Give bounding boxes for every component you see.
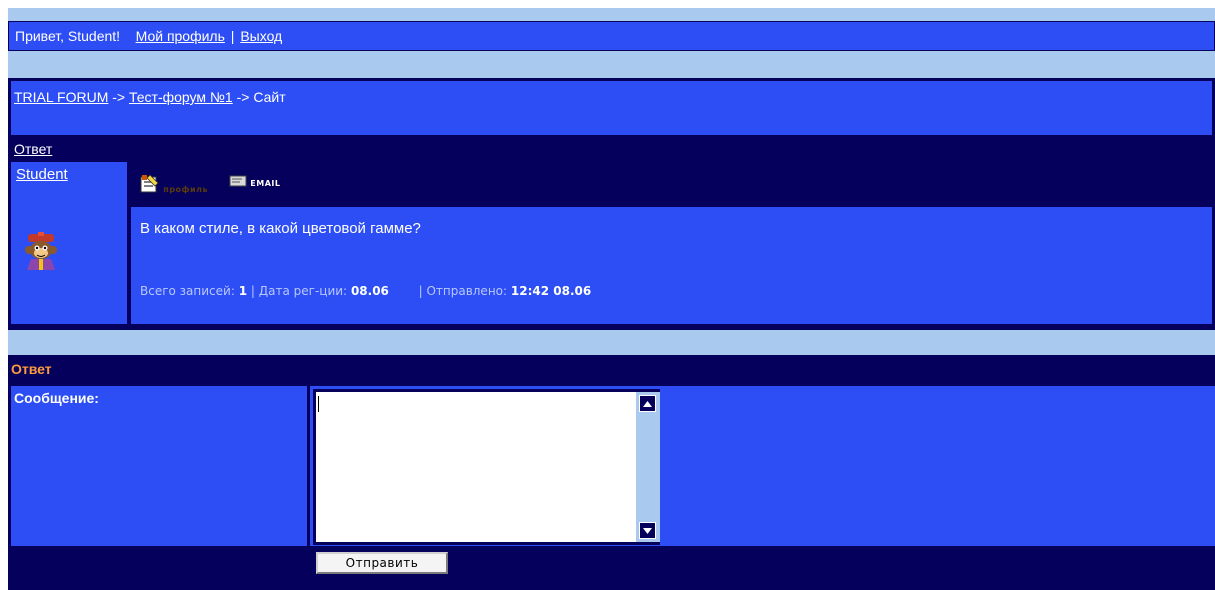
reply-form-heading: Ответ <box>11 361 52 377</box>
user-bar: Привет, Student! Мой профиль | Выход <box>8 21 1215 51</box>
profile-button-label: профиль <box>163 185 209 194</box>
reply-link[interactable]: Ответ <box>14 141 52 157</box>
message-scrollbar[interactable] <box>636 392 660 542</box>
submit-button[interactable]: Отправить <box>316 552 448 574</box>
message-label: Сообщение: <box>11 386 307 546</box>
profile-card-icon <box>140 174 159 193</box>
posts-count-value: 1 <box>238 284 248 298</box>
topic-panel: TRIAL FORUM -> Тест-форум №1 -> Сайт Отв… <box>8 78 1215 330</box>
breadcrumb-arrow: -> <box>112 89 126 105</box>
email-button[interactable]: EMAIL <box>229 174 281 200</box>
posts-count-label: Всего записей: <box>140 284 235 298</box>
profile-button[interactable]: профиль <box>140 174 208 200</box>
monkey-avatar-icon <box>25 232 57 270</box>
breadcrumb-forum-link[interactable]: TRIAL FORUM <box>14 89 108 105</box>
sent-label: Отправлено: <box>426 284 508 298</box>
post-meta: Всего записей: 1 | Дата рег-ции: 08.06 |… <box>140 284 591 298</box>
reg-date-value: 08.06 <box>350 284 389 298</box>
breadcrumb: TRIAL FORUM -> Тест-форум №1 -> Сайт <box>11 81 1212 135</box>
sent-value: 12:42 08.06 <box>510 284 592 298</box>
reply-link-row: Ответ <box>11 138 1212 160</box>
scroll-up-button[interactable] <box>639 395 656 412</box>
submit-row: Отправить <box>11 548 1215 587</box>
breadcrumb-arrow: -> <box>236 89 250 105</box>
page: Привет, Student! Мой профиль | Выход TRI… <box>8 8 1215 590</box>
message-textarea[interactable] <box>316 392 636 542</box>
post-author-cell: Student <box>11 162 127 324</box>
post-body-cell: профиль EMAIL В каком стиле, в какой цве… <box>131 162 1212 324</box>
arrow-up-icon <box>643 400 652 407</box>
text-caret <box>318 396 319 412</box>
reg-date-label: Дата рег-ции: <box>258 284 348 298</box>
meta-separator: | <box>250 284 255 298</box>
post-author-link[interactable]: Student <box>16 166 68 183</box>
message-input-frame <box>313 389 660 545</box>
message-input-cell <box>310 386 1215 546</box>
meta-separator: | <box>418 284 423 298</box>
post-message-text: В каком стиле, в какой цветовой гамме? <box>140 220 421 237</box>
greeting-text: Привет, Student! <box>15 28 121 44</box>
scroll-down-button[interactable] <box>639 522 656 539</box>
breadcrumb-subforum-link[interactable]: Тест-форум №1 <box>129 89 233 105</box>
my-profile-link[interactable]: Мой профиль <box>136 28 225 44</box>
arrow-down-icon <box>643 527 652 534</box>
post-toolbar: профиль EMAIL <box>131 162 1212 207</box>
reply-form: Ответ Сообщение: Отправить <box>8 355 1215 590</box>
breadcrumb-topic: Сайт <box>253 89 286 105</box>
logout-link[interactable]: Выход <box>240 28 282 44</box>
userbar-separator: | <box>230 28 235 44</box>
email-button-label: EMAIL <box>250 179 281 188</box>
envelope-icon <box>229 175 247 187</box>
